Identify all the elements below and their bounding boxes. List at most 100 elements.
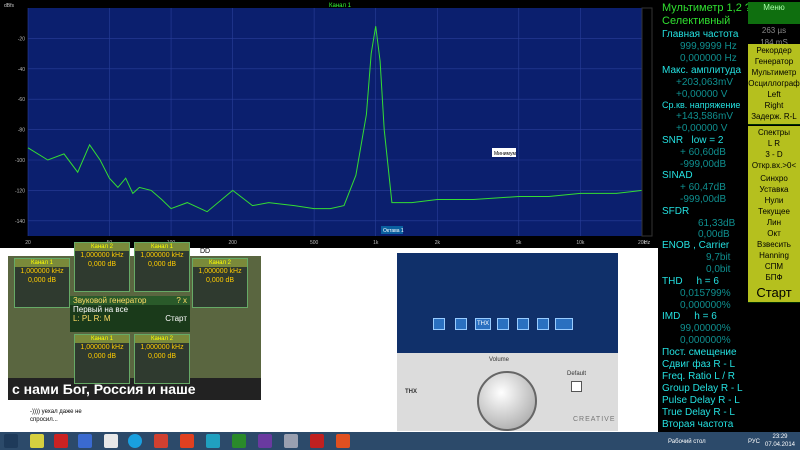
gen-window-4[interactable]: Канал 2 1,000000 kHz 0,000 dB xyxy=(192,258,248,308)
creative-speaker-icon[interactable] xyxy=(455,318,467,330)
chat-text: -)))) уехал даже не спросил... xyxy=(30,408,130,424)
gen-window-title: Канал 2 xyxy=(135,335,189,343)
volume-label: Volume xyxy=(489,357,510,363)
gen-window-level: 0,000 dB xyxy=(147,353,177,360)
gen-window-6[interactable]: Канал 2 1,000000 kHz 0,000 dB xyxy=(134,334,190,384)
gen-window-title: Канал 1 xyxy=(135,243,189,251)
gen-window-level: 0,000 dB xyxy=(87,353,117,360)
gen-menu-start[interactable]: Старт xyxy=(165,314,190,323)
folder-icon[interactable] xyxy=(30,434,44,448)
creative-eq-icon[interactable] xyxy=(537,318,549,330)
analyzer-icon[interactable] xyxy=(232,434,246,448)
gen-window-level: 0,000 dB xyxy=(205,277,235,284)
skype-icon[interactable] xyxy=(128,434,142,448)
sfdr-2: 0,00dB xyxy=(698,229,730,240)
gen-window-5[interactable]: Канал 1 1,000000 kHz 0,000 dB xyxy=(74,334,130,384)
menu-button[interactable]: Меню xyxy=(748,2,800,25)
sinad-2: -999,00dB xyxy=(680,194,727,205)
gen-window-title: Канал 2 xyxy=(75,243,129,251)
gen-window-freq: 1,000000 kHz xyxy=(80,252,124,259)
main-freq-1: 999,9999 Hz xyxy=(680,41,737,52)
creative-panel[interactable]: THX Volume THX Default CREATIVE xyxy=(397,253,618,431)
language-indicator[interactable]: РУС xyxy=(748,439,760,445)
gen-window-2[interactable]: Канал 2 1,000000 kHz 0,000 dB xyxy=(74,242,130,292)
dc-label[interactable]: Пост. смещение xyxy=(662,347,737,358)
gen-window-freq: 1,000000 kHz xyxy=(80,344,124,351)
ratio-label[interactable]: Freq. Ratio L / R xyxy=(662,371,735,382)
thd-1: 0,015799% xyxy=(680,288,731,299)
thd-h[interactable]: h = 6 xyxy=(696,276,719,287)
gen-menu-close[interactable]: ? x xyxy=(176,296,190,305)
gen-window-3[interactable]: Канал 1 1,000000 kHz 0,000 dB xyxy=(134,242,190,292)
y-tick-label: -40 xyxy=(18,67,25,73)
clock[interactable]: 23:29 07.04.2014 xyxy=(760,433,800,449)
plot-area xyxy=(28,8,642,236)
gen-menu-lr[interactable]: L: PL R: M xyxy=(73,314,111,323)
chat-line-1: -)))) уехал даже не xyxy=(30,409,82,415)
max-amp-1: +203,063mV xyxy=(676,77,733,88)
notes-icon[interactable] xyxy=(336,434,350,448)
gen-window-freq: 1,000000 kHz xyxy=(140,344,184,351)
creative-audio-icon[interactable] xyxy=(497,318,509,330)
y-tick-label: -100 xyxy=(15,158,25,164)
gen-window-1[interactable]: Канал 1 1,000000 kHz 0,000 dB xyxy=(14,258,70,308)
x-tick-label: 2k xyxy=(435,240,441,246)
desktop-label[interactable]: Рабочий стол xyxy=(668,439,706,445)
imd-1: 99,00000% xyxy=(680,323,731,334)
gen-window-freq: 1,000000 kHz xyxy=(20,268,64,275)
hamster-icon[interactable] xyxy=(180,434,194,448)
main-freq-2: 0,000000 Hz xyxy=(680,53,737,64)
calculator-icon[interactable] xyxy=(284,434,298,448)
creative-thx-icon[interactable]: THX xyxy=(475,318,491,330)
rms-label: Ср.кв. напряжение xyxy=(662,100,741,110)
document-icon[interactable] xyxy=(104,434,118,448)
default-checkbox[interactable] xyxy=(571,381,582,392)
audio-app-icon[interactable] xyxy=(310,434,324,448)
paint-icon[interactable] xyxy=(154,434,168,448)
clock-date: 07.04.2014 xyxy=(764,442,796,448)
corner-label: dBfs xyxy=(4,3,15,9)
enob-label: ENOB , Carrier xyxy=(662,240,730,251)
enob-2: 0,0bit xyxy=(706,264,731,275)
creative-brand: CREATIVE xyxy=(573,416,616,423)
true-delay-label[interactable]: True Delay R - L xyxy=(662,407,735,418)
pulse-delay-label[interactable]: Pulse Delay R - L xyxy=(662,395,740,406)
media-icon[interactable] xyxy=(258,434,272,448)
gen-window-title: Канал 2 xyxy=(193,259,247,267)
max-amp-label: Макс. амплитуда xyxy=(662,65,742,76)
creative-settings-icon[interactable] xyxy=(433,318,445,330)
creative-icon-row: THX xyxy=(427,315,577,331)
snr-2: -999,00dB xyxy=(680,159,727,170)
freq-label: Октава 1 xyxy=(383,228,404,234)
sfdr-label: SFDR xyxy=(662,206,690,217)
start-button[interactable]: Старт xyxy=(748,284,800,303)
creative-wrench-icon[interactable] xyxy=(517,318,529,330)
mode-label[interactable]: Селективный xyxy=(662,15,730,27)
sfdr-1: 61,33dB xyxy=(698,218,736,229)
imd-h[interactable]: h = 6 xyxy=(694,311,717,322)
main-freq-label: Главная частота xyxy=(662,29,739,40)
creative-header xyxy=(397,253,618,353)
scrollbar[interactable] xyxy=(641,7,653,237)
gen-window-freq: 1,000000 kHz xyxy=(198,268,242,275)
gen-menu-first[interactable]: Первый на все xyxy=(70,305,190,314)
second-freq-label[interactable]: Вторая частота xyxy=(662,419,733,430)
y-tick-label: -140 xyxy=(15,219,25,225)
snr-low[interactable]: low = 2 xyxy=(691,135,723,146)
clock-time: 23:29 xyxy=(772,434,788,440)
phase-label[interactable]: Сдвиг фаз R - L xyxy=(662,359,735,370)
media-player-icon[interactable] xyxy=(78,434,92,448)
network-icon[interactable] xyxy=(206,434,220,448)
sound-generator-menu[interactable]: Звуковой генератор ? x Первый на все L: … xyxy=(70,296,190,332)
group-delay-label[interactable]: Group Delay R - L xyxy=(662,383,743,394)
yandex-browser-icon[interactable] xyxy=(54,434,68,448)
x-tick-label: 500 xyxy=(310,240,319,246)
x-tick-label: 20 xyxy=(25,240,31,246)
sinad-1: + 60,47dB xyxy=(680,182,726,193)
start-orb-icon[interactable] xyxy=(4,434,18,448)
gen-tag: DD xyxy=(200,248,211,255)
creative-mode-icon[interactable] xyxy=(555,318,573,330)
volume-knob[interactable] xyxy=(477,371,537,431)
snr-1: + 60,60dB xyxy=(680,147,726,158)
delay-button[interactable]: Задерж. R-L xyxy=(748,110,800,125)
